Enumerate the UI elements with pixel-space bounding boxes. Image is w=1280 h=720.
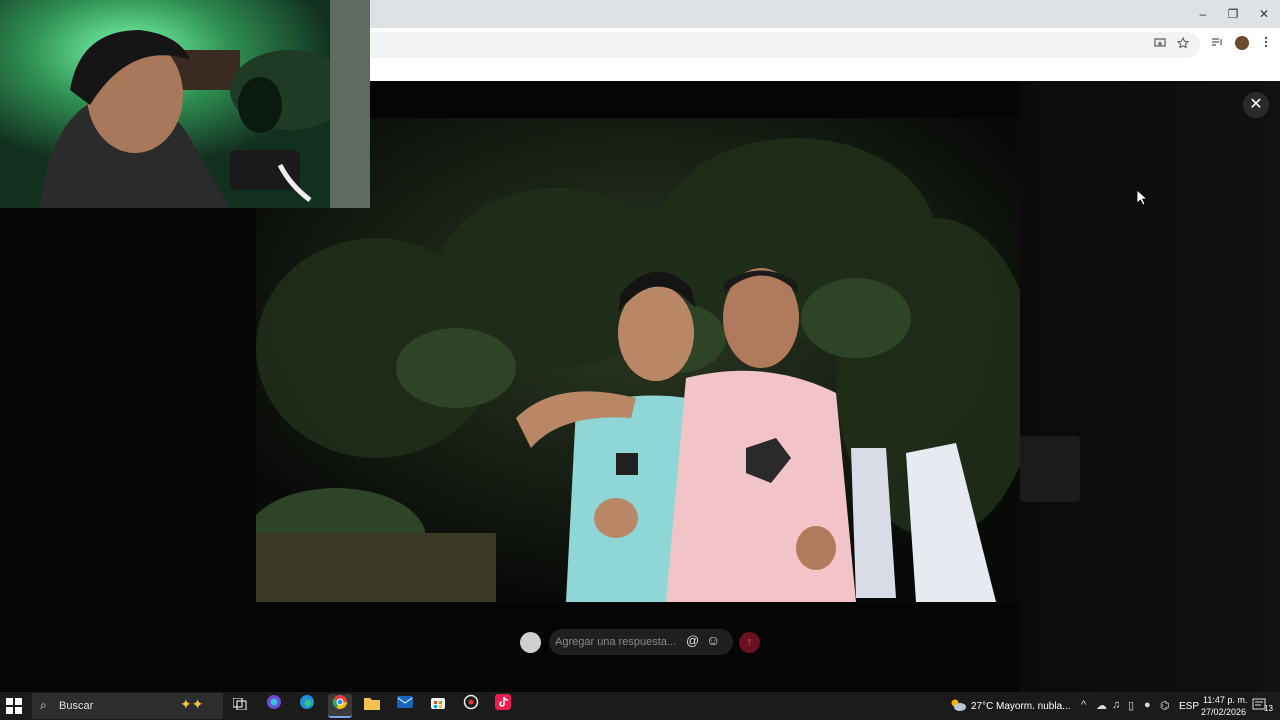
restore-button[interactable]: ❐ — [1218, 4, 1248, 24]
chrome-icon[interactable] — [328, 694, 352, 718]
weather-desc[interactable]: Mayorm. nubla... — [996, 701, 1070, 712]
story-photo — [256, 118, 1020, 602]
browser-menu-icon[interactable] — [1256, 34, 1276, 54]
clock-time[interactable]: 11:47 p. m. — [1203, 695, 1247, 705]
background-thumbnail — [1020, 436, 1080, 502]
store-icon[interactable] — [426, 694, 450, 718]
close-viewer-button[interactable]: ✕ — [1243, 92, 1269, 118]
profile-avatar[interactable] — [1235, 36, 1249, 50]
close-window-button[interactable]: ✕ — [1249, 4, 1279, 24]
media-control-icon[interactable] — [1207, 34, 1227, 54]
microphone-icon[interactable]: ● — [1144, 699, 1151, 711]
notification-count: 13 — [1264, 704, 1273, 713]
webcam-overlay — [0, 0, 370, 208]
onedrive-icon[interactable]: ☁ — [1096, 699, 1107, 712]
weather-temp[interactable]: 27°C — [971, 701, 993, 712]
volume-icon[interactable]: ♫ — [1112, 699, 1120, 711]
search-placeholder: Buscar — [59, 700, 94, 712]
outlook-icon[interactable] — [393, 694, 417, 718]
address-bar[interactable] — [300, 32, 1200, 58]
tray-expand-icon[interactable]: ^ — [1081, 699, 1086, 711]
copilot-icon[interactable] — [262, 694, 286, 718]
emoji-icon[interactable]: ☺ — [706, 632, 720, 648]
network-icon[interactable]: ⌬ — [1160, 699, 1170, 712]
task-view-icon[interactable] — [228, 694, 252, 718]
reply-bar: Agregar una respuesta... @ ☺ ↑ — [520, 629, 760, 655]
clock-date[interactable]: 27/02/2026 — [1201, 707, 1246, 717]
file-explorer-icon[interactable] — [360, 694, 384, 718]
minimize-button[interactable]: – — [1188, 4, 1218, 24]
taskbar: ⌕ Buscar ✦✦ 27°C Mayorm. nubla... ^ ☁ ♫ … — [0, 692, 1280, 720]
copilot-spark-icon: ✦✦ — [180, 696, 204, 712]
taskbar-search[interactable]: ⌕ Buscar ✦✦ — [32, 693, 223, 719]
search-icon: ⌕ — [40, 698, 47, 712]
language-indicator[interactable]: ESP — [1179, 701, 1199, 712]
battery-icon[interactable]: ▯ — [1128, 699, 1134, 712]
bookmark-star-icon[interactable] — [1173, 35, 1193, 55]
send-button[interactable]: ↑ — [739, 632, 760, 653]
background-panel — [1020, 81, 1280, 692]
windows-start-icon[interactable] — [6, 698, 22, 714]
tiktok-icon[interactable] — [491, 694, 515, 718]
install-app-icon[interactable] — [1150, 35, 1170, 55]
user-avatar — [520, 632, 541, 653]
edge-icon[interactable] — [295, 694, 319, 718]
weather-icon[interactable] — [950, 698, 966, 717]
recording-app-icon[interactable] — [459, 694, 483, 718]
mention-icon[interactable]: @ — [686, 633, 699, 648]
mouse-cursor — [1136, 189, 1149, 211]
